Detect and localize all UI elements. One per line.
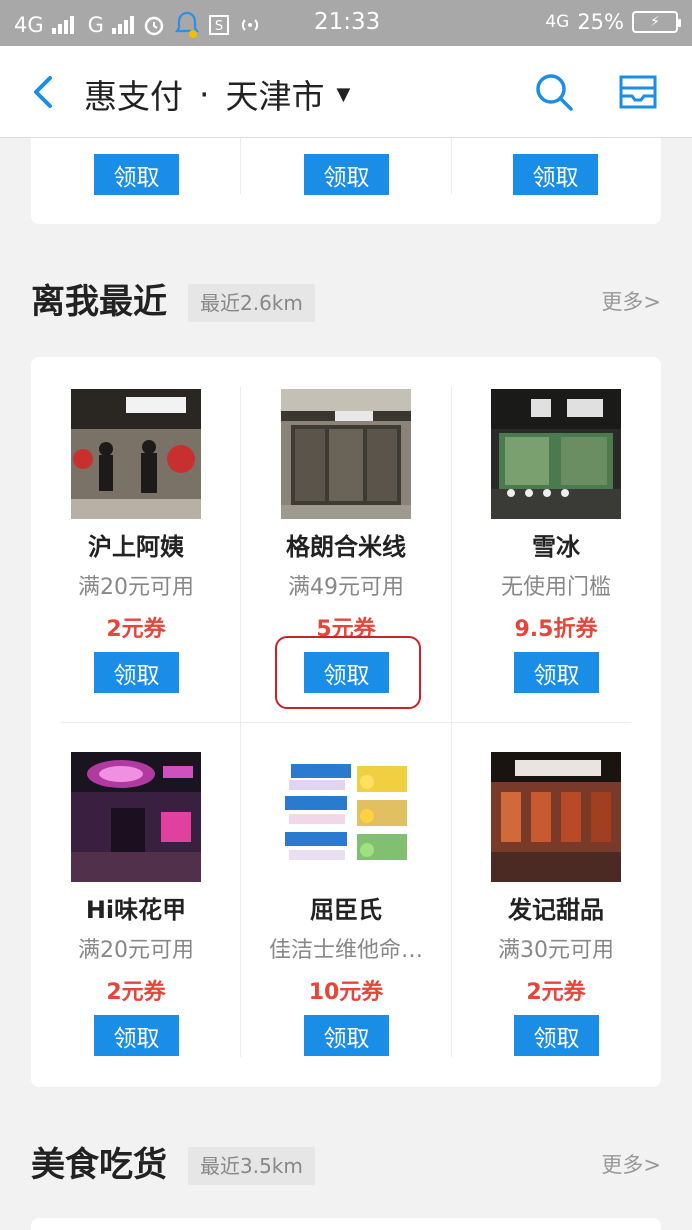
store-item[interactable]: Hi味花甲 满20元可用 2元券 领取 [31, 752, 241, 1092]
store-photo[interactable] [281, 752, 411, 882]
section-title: 美食吃货 [31, 1145, 167, 1185]
store-name: 发记甜品 [508, 896, 604, 924]
store-photo[interactable] [71, 752, 201, 882]
assistant-icon [174, 10, 200, 40]
signal-icon [51, 16, 74, 34]
store-item[interactable]: 沪上阿姨 满20元可用 2元券 领取 [31, 389, 241, 729]
coupon-condition: 满20元可用 [78, 575, 194, 600]
search-icon[interactable] [534, 72, 574, 112]
store-item[interactable]: 雪冰 无使用门槛 9.5折券 领取 [451, 389, 661, 729]
section-title: 离我最近 [31, 282, 167, 322]
store-name: Hi味花甲 [85, 896, 187, 924]
claim-button[interactable]: 领取 [514, 652, 599, 693]
hotspot-icon [238, 15, 262, 35]
back-icon[interactable] [28, 74, 58, 110]
nearby-section-header: 离我最近 最近2.6km 更多> [31, 280, 661, 324]
battery-icon: ⚡ [632, 11, 681, 33]
claim-button[interactable]: 领取 [94, 154, 179, 195]
more-link[interactable]: 更多> [601, 280, 661, 324]
s-app-icon: S [208, 14, 230, 36]
store-name: 雪冰 [532, 533, 580, 561]
store-photo[interactable] [71, 389, 201, 519]
claim-button[interactable]: 领取 [94, 1015, 179, 1056]
claim-button[interactable]: 领取 [304, 154, 389, 195]
claim-button[interactable]: 领取 [304, 1015, 389, 1056]
city-selector[interactable]: 天津市 [226, 70, 325, 118]
highlight-annotation [275, 636, 421, 709]
store-item[interactable]: 屈臣氏 佳洁士维他命… 10元券 领取 [241, 752, 451, 1092]
coupon-condition: 无使用门槛 [500, 575, 611, 600]
nearby-stores-card: 沪上阿姨 满20元可用 2元券 领取 格朗合米线 满49元可用 5元券 领取 雪… [31, 357, 661, 1087]
coupon-condition: 满30元可用 [498, 938, 614, 963]
title-separator: · [199, 74, 210, 114]
signal-icon-2 [111, 16, 134, 34]
coupon-value: 2元券 [106, 980, 166, 1005]
coupon-condition: 佳洁士维他命… [268, 938, 423, 963]
divider [451, 138, 452, 194]
claim-button[interactable]: 领取 [514, 1015, 599, 1056]
page-title: 惠支付 [84, 77, 183, 116]
alarm-icon [142, 13, 166, 37]
svg-text:S: S [215, 19, 223, 34]
store-photo[interactable] [491, 389, 621, 519]
top-coupon-card: 领取 领取 领取 [31, 138, 661, 224]
status-time: 21:33 [314, 9, 381, 35]
nav-title[interactable]: 惠支付 · 天津市 ▼ [84, 70, 350, 118]
distance-badge: 最近3.5km [188, 1147, 315, 1185]
store-photo[interactable] [491, 752, 621, 882]
coupon-condition: 满20元可用 [78, 938, 194, 963]
nav-bar: 惠支付 · 天津市 ▼ [0, 46, 692, 138]
inbox-icon[interactable] [618, 74, 658, 110]
store-name: 格朗合米线 [286, 533, 406, 561]
store-name: 沪上阿姨 [88, 533, 184, 561]
status-bar: 4G G S 21:33 4G 25% ⚡ [0, 0, 692, 46]
distance-badge: 最近2.6km [188, 284, 315, 322]
food-card [31, 1218, 661, 1230]
battery-percent: 25% [577, 10, 624, 34]
food-section-header: 美食吃货 最近3.5km 更多> [31, 1143, 661, 1187]
claim-button[interactable]: 领取 [513, 154, 598, 195]
coupon-condition: 满49元可用 [288, 575, 404, 600]
network-label-3: 4G [545, 12, 570, 32]
store-item[interactable]: 发记甜品 满30元可用 2元券 领取 [451, 752, 661, 1092]
caret-down-icon[interactable]: ▼ [337, 84, 351, 105]
claim-button[interactable]: 领取 [94, 652, 179, 693]
coupon-value: 2元券 [526, 980, 586, 1005]
store-name: 屈臣氏 [310, 896, 382, 924]
coupon-value: 9.5折券 [514, 617, 598, 642]
more-link[interactable]: 更多> [601, 1143, 661, 1187]
network-label-1: 4G [14, 13, 44, 37]
network-label-2: G [87, 13, 104, 37]
divider [240, 138, 241, 194]
coupon-value: 2元券 [106, 617, 166, 642]
coupon-value: 10元券 [308, 980, 384, 1005]
store-photo[interactable] [281, 389, 411, 519]
